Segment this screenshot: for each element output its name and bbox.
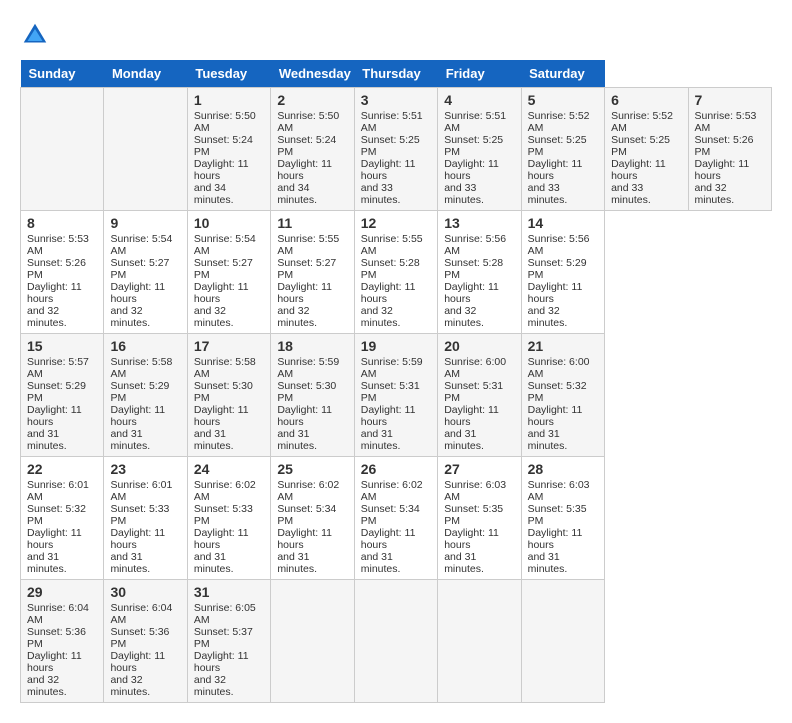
calendar-day-empty [104, 88, 187, 211]
calendar-week-2: 8Sunrise: 5:53 AMSunset: 5:26 PMDaylight… [21, 211, 772, 334]
day-number: 4 [444, 92, 514, 108]
calendar-day-20: 20Sunrise: 6:00 AMSunset: 5:31 PMDayligh… [438, 334, 521, 457]
day-number: 14 [528, 215, 598, 231]
page-header [20, 20, 772, 50]
header-day-friday: Friday [438, 60, 521, 88]
day-number: 10 [194, 215, 264, 231]
header-row: SundayMondayTuesdayWednesdayThursdayFrid… [21, 60, 772, 88]
day-number: 15 [27, 338, 97, 354]
day-number: 7 [695, 92, 766, 108]
day-number: 22 [27, 461, 97, 477]
calendar-day-4: 4Sunrise: 5:51 AMSunset: 5:25 PMDaylight… [438, 88, 521, 211]
day-number: 20 [444, 338, 514, 354]
day-number: 24 [194, 461, 264, 477]
header-day-thursday: Thursday [354, 60, 437, 88]
calendar-day-9: 9Sunrise: 5:54 AMSunset: 5:27 PMDaylight… [104, 211, 187, 334]
calendar-day-2: 2Sunrise: 5:50 AMSunset: 5:24 PMDaylight… [271, 88, 354, 211]
calendar-table: SundayMondayTuesdayWednesdayThursdayFrid… [20, 60, 772, 703]
calendar-day-17: 17Sunrise: 5:58 AMSunset: 5:30 PMDayligh… [187, 334, 270, 457]
day-number: 1 [194, 92, 264, 108]
day-number: 2 [277, 92, 347, 108]
calendar-week-5: 29Sunrise: 6:04 AMSunset: 5:36 PMDayligh… [21, 580, 772, 703]
calendar-week-3: 15Sunrise: 5:57 AMSunset: 5:29 PMDayligh… [21, 334, 772, 457]
day-number: 18 [277, 338, 347, 354]
calendar-day-25: 25Sunrise: 6:02 AMSunset: 5:34 PMDayligh… [271, 457, 354, 580]
day-number: 21 [528, 338, 598, 354]
calendar-day-13: 13Sunrise: 5:56 AMSunset: 5:28 PMDayligh… [438, 211, 521, 334]
day-number: 16 [110, 338, 180, 354]
day-number: 11 [277, 215, 347, 231]
day-number: 23 [110, 461, 180, 477]
calendar-day-empty [354, 580, 437, 703]
calendar-day-7: 7Sunrise: 5:53 AMSunset: 5:26 PMDaylight… [688, 88, 772, 211]
day-number: 8 [27, 215, 97, 231]
calendar-day-empty [438, 580, 521, 703]
calendar-day-empty [271, 580, 354, 703]
calendar-day-10: 10Sunrise: 5:54 AMSunset: 5:27 PMDayligh… [187, 211, 270, 334]
calendar-day-15: 15Sunrise: 5:57 AMSunset: 5:29 PMDayligh… [21, 334, 104, 457]
calendar-day-18: 18Sunrise: 5:59 AMSunset: 5:30 PMDayligh… [271, 334, 354, 457]
calendar-day-8: 8Sunrise: 5:53 AMSunset: 5:26 PMDaylight… [21, 211, 104, 334]
calendar-day-30: 30Sunrise: 6:04 AMSunset: 5:36 PMDayligh… [104, 580, 187, 703]
calendar-day-5: 5Sunrise: 5:52 AMSunset: 5:25 PMDaylight… [521, 88, 604, 211]
day-number: 9 [110, 215, 180, 231]
day-number: 28 [528, 461, 598, 477]
day-number: 25 [277, 461, 347, 477]
header-day-monday: Monday [104, 60, 187, 88]
calendar-week-1: 1Sunrise: 5:50 AMSunset: 5:24 PMDaylight… [21, 88, 772, 211]
calendar-day-3: 3Sunrise: 5:51 AMSunset: 5:25 PMDaylight… [354, 88, 437, 211]
calendar-day-empty [21, 88, 104, 211]
calendar-day-21: 21Sunrise: 6:00 AMSunset: 5:32 PMDayligh… [521, 334, 604, 457]
calendar-day-19: 19Sunrise: 5:59 AMSunset: 5:31 PMDayligh… [354, 334, 437, 457]
calendar-day-1: 1Sunrise: 5:50 AMSunset: 5:24 PMDaylight… [187, 88, 270, 211]
day-number: 12 [361, 215, 431, 231]
logo-icon [20, 20, 50, 50]
header-day-saturday: Saturday [521, 60, 604, 88]
calendar-day-24: 24Sunrise: 6:02 AMSunset: 5:33 PMDayligh… [187, 457, 270, 580]
day-number: 29 [27, 584, 97, 600]
logo [20, 20, 54, 50]
day-number: 31 [194, 584, 264, 600]
day-number: 13 [444, 215, 514, 231]
calendar-day-6: 6Sunrise: 5:52 AMSunset: 5:25 PMDaylight… [605, 88, 688, 211]
calendar-day-11: 11Sunrise: 5:55 AMSunset: 5:27 PMDayligh… [271, 211, 354, 334]
calendar-day-12: 12Sunrise: 5:55 AMSunset: 5:28 PMDayligh… [354, 211, 437, 334]
calendar-week-4: 22Sunrise: 6:01 AMSunset: 5:32 PMDayligh… [21, 457, 772, 580]
header-day-wednesday: Wednesday [271, 60, 354, 88]
calendar-day-23: 23Sunrise: 6:01 AMSunset: 5:33 PMDayligh… [104, 457, 187, 580]
calendar-day-29: 29Sunrise: 6:04 AMSunset: 5:36 PMDayligh… [21, 580, 104, 703]
calendar-day-28: 28Sunrise: 6:03 AMSunset: 5:35 PMDayligh… [521, 457, 604, 580]
header-day-sunday: Sunday [21, 60, 104, 88]
calendar-day-27: 27Sunrise: 6:03 AMSunset: 5:35 PMDayligh… [438, 457, 521, 580]
day-number: 19 [361, 338, 431, 354]
calendar-day-16: 16Sunrise: 5:58 AMSunset: 5:29 PMDayligh… [104, 334, 187, 457]
day-number: 30 [110, 584, 180, 600]
calendar-day-empty [521, 580, 604, 703]
day-number: 27 [444, 461, 514, 477]
header-day-tuesday: Tuesday [187, 60, 270, 88]
calendar-day-14: 14Sunrise: 5:56 AMSunset: 5:29 PMDayligh… [521, 211, 604, 334]
calendar-day-31: 31Sunrise: 6:05 AMSunset: 5:37 PMDayligh… [187, 580, 270, 703]
calendar-day-26: 26Sunrise: 6:02 AMSunset: 5:34 PMDayligh… [354, 457, 437, 580]
day-number: 6 [611, 92, 681, 108]
day-number: 17 [194, 338, 264, 354]
day-number: 5 [528, 92, 598, 108]
day-number: 26 [361, 461, 431, 477]
day-number: 3 [361, 92, 431, 108]
calendar-day-22: 22Sunrise: 6:01 AMSunset: 5:32 PMDayligh… [21, 457, 104, 580]
